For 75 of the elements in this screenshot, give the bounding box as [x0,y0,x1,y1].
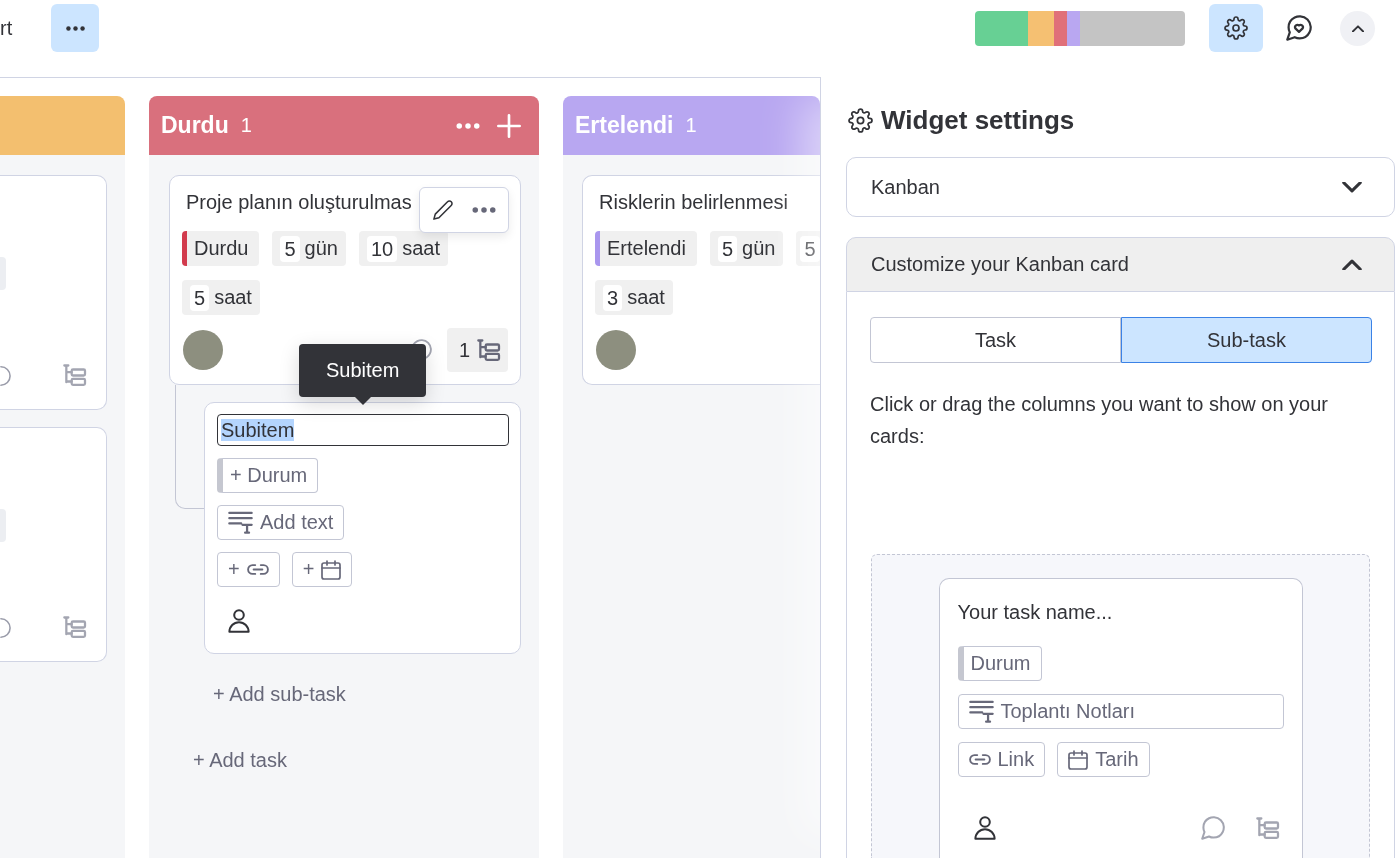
collapse-button[interactable] [1340,11,1375,46]
duration-unit: saat [402,237,441,260]
link-icon [968,754,991,765]
text-column-chip[interactable]: Toplantı Notları [957,694,1284,729]
tab[interactable]: Sub-task [1121,317,1372,363]
comment-icon [1200,816,1225,840]
add-status-button[interactable]: + Durum [217,458,319,493]
column-count: 1 [685,114,697,137]
pencil-icon[interactable] [433,200,453,220]
calendar-icon [321,559,342,580]
subitems-icon [477,338,501,362]
duration-value: 3 [603,284,623,311]
tooltip: Subitem [299,344,427,405]
add-text-button[interactable]: Add text [217,505,345,540]
chevron-up-icon [1342,259,1362,270]
hint-text: Click or drag the columns you want to show on your cards: [870,392,1329,449]
column-title: Ertelendi [575,112,674,139]
chevron-up-icon [1351,25,1364,32]
column-title: Durdu [161,112,229,139]
duration-unit: gün [742,237,776,260]
plus-icon[interactable] [497,113,521,138]
gear-icon [848,107,873,133]
add-link-button[interactable]: + [217,552,280,587]
toolbar-text[interactable]: rt [0,16,13,40]
subitems-icon[interactable] [63,364,87,387]
duration-chip[interactable]: 3 saat [595,280,673,315]
add-task-button[interactable]: + Add task [193,748,287,772]
more-button[interactable] [51,4,100,52]
dots-icon[interactable] [472,207,496,213]
view-dropdown[interactable]: Kanban [846,157,1395,217]
column-count: 1 [240,114,252,137]
text-lines-icon [968,700,994,723]
duration-value: 5 [190,284,210,311]
duration-unit: saat [214,286,252,309]
duration-chip[interactable]: 5 saat [182,280,260,315]
preview-title: Your task name... [957,600,1114,624]
duration-chip[interactable]: 5 gün [709,231,784,266]
chat-heart-icon[interactable] [1286,15,1312,41]
panel-title: Widget settings [881,104,1075,136]
accordion-header[interactable]: Customize your Kanban card [846,237,1395,292]
status-chip[interactable]: Ertelendi [595,231,697,266]
duration-chip[interactable]: 5 [796,231,820,266]
person-icon [973,816,996,840]
settings-icon [1224,16,1248,40]
card-title: Risklerin belirlenmesi [599,190,788,214]
duration-value: 5 [280,235,300,262]
subitems-icon[interactable] [63,616,87,639]
status-chip[interactable]: Durdu [182,231,260,266]
card-title: Proje planın oluşturulmas [186,190,412,214]
settings-button[interactable] [1209,4,1263,52]
text-lines-icon [228,511,253,534]
duration-value: 10 [367,235,398,262]
add-subtask-button[interactable]: + Add sub-task [213,682,346,706]
add-date-button[interactable]: + [291,552,353,587]
duration-unit: saat [627,286,665,309]
duration-chip[interactable]: 5 gün [272,231,346,266]
subitems-button[interactable]: 1 [446,328,508,372]
link-icon [246,564,269,575]
avatar[interactable] [596,330,636,370]
avatar[interactable] [183,330,223,370]
duration-chip[interactable]: 10 saat [359,231,449,266]
duration-value: 5 [717,235,738,262]
duration-unit: gün [304,237,338,260]
name-input[interactable]: Subitem [217,414,509,446]
link-column-chip[interactable]: Link [957,742,1046,777]
person-icon[interactable] [228,609,250,633]
dots-icon[interactable] [456,122,480,129]
status-column-chip[interactable]: Durum [957,646,1042,681]
dots-icon [65,25,85,31]
calendar-icon [1068,749,1089,770]
tab[interactable]: Task [870,317,1121,363]
subitems-icon [1255,816,1280,840]
chevron-down-icon [1342,181,1362,193]
date-column-chip[interactable]: Tarih [1057,742,1150,777]
task-card[interactable]: Risklerin belirlenmesi Ertelendi 5 gün 5 3 saat [582,175,820,385]
